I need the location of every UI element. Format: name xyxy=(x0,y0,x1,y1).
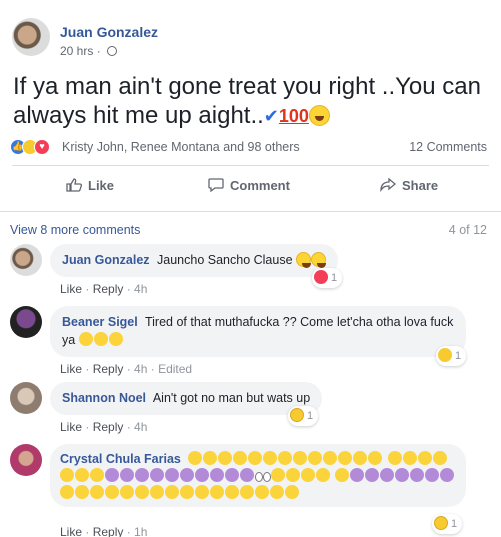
comment-count[interactable]: 12 Comments xyxy=(409,140,487,154)
comment-reaction-badge[interactable]: 1 xyxy=(288,406,319,426)
post-author-name[interactable]: Juan Gonzalez xyxy=(60,24,158,40)
globe-icon xyxy=(107,46,118,56)
laughing-tears-icon xyxy=(311,252,327,268)
commenter-name[interactable]: Beaner Sigel xyxy=(62,315,138,329)
facebook-post-card: Juan Gonzalez 20 hrs · If ya man ain't g… xyxy=(0,0,501,537)
laughing-tears-icon xyxy=(296,252,312,268)
reaction-count: 1 xyxy=(307,410,314,422)
comment-bubble: Beaner Sigel Tired of that muthafucka ??… xyxy=(50,306,466,357)
comment-footer: Like · Reply · 1h xyxy=(60,525,148,537)
commenter-avatar[interactable] xyxy=(10,244,42,276)
comment-time[interactable]: 1h xyxy=(134,525,147,537)
love-reaction-icon[interactable]: ♥ xyxy=(34,139,50,155)
reaction-names[interactable]: Kristy John, Renee Montana and 98 others xyxy=(62,140,300,154)
reaction-count: 1 xyxy=(451,518,458,530)
view-more-comments-link[interactable]: View 8 more comments xyxy=(10,223,140,237)
comment-bubble: Crystal Chula Farias xyxy=(50,444,466,507)
haha-reaction-icon xyxy=(438,348,452,362)
comment-reply-link[interactable]: Reply xyxy=(93,525,124,537)
divider xyxy=(12,165,489,166)
like-button[interactable]: Like xyxy=(66,178,114,193)
comment-footer: Like · Reply · 4h · Edited xyxy=(60,362,193,376)
post-text-body: If ya man ain't gone treat you right ..Y… xyxy=(13,73,481,129)
comment-footer: Like · Reply · 4h xyxy=(60,420,148,434)
comment-reaction-badge[interactable]: 1 xyxy=(432,514,463,534)
comment-reaction-badge[interactable]: 1 xyxy=(436,346,467,366)
comment-item: Beaner Sigel Tired of that muthafucka ??… xyxy=(10,306,490,376)
comment-item: Crystal Chula Farias 1 Like · Reply · 1h xyxy=(10,444,490,537)
post-text: If ya man ain't gone treat you right ..Y… xyxy=(13,72,493,131)
wow-reaction-icon xyxy=(290,408,304,422)
comment-like-link[interactable]: Like xyxy=(60,362,82,376)
comment-reply-link[interactable]: Reply xyxy=(93,362,124,376)
comment-edited[interactable]: Edited xyxy=(158,362,192,376)
share-button[interactable]: Share xyxy=(380,178,438,193)
reactions-summary: 👍 ♥ Kristy John, Renee Montana and 98 ot… xyxy=(10,137,491,157)
comment-text: Ain't got no man but wats up xyxy=(152,391,311,405)
like-label: Like xyxy=(88,178,115,193)
commenter-avatar[interactable] xyxy=(10,382,42,414)
thumbs-up-icon xyxy=(66,178,82,192)
comment-item: Juan Gonzalez Jauncho Sancho Clause 1 Li… xyxy=(10,244,490,304)
rolling-laughing-icon xyxy=(108,332,123,346)
commenter-avatar[interactable] xyxy=(10,444,42,476)
commenter-avatar[interactable] xyxy=(10,306,42,338)
post-actions: Like Comment Share xyxy=(12,170,489,204)
commenter-name[interactable]: Juan Gonzalez xyxy=(62,253,150,267)
commenter-name[interactable]: Shannon Noel xyxy=(62,391,146,405)
check-mark-icon: ✔ xyxy=(263,106,279,126)
comment-bubble: Juan Gonzalez Jauncho Sancho Clause xyxy=(50,244,339,277)
comment-text: Jauncho Sancho Clause xyxy=(157,253,293,267)
post-meta: 20 hrs · xyxy=(60,44,118,58)
comment-item: Shannon Noel Ain't got no man but wats u… xyxy=(10,382,490,442)
comment-like-link[interactable]: Like xyxy=(60,420,82,434)
post-time[interactable]: 20 hrs xyxy=(60,44,93,58)
comment-like-link[interactable]: Like xyxy=(60,525,82,537)
comment-footer: Like · Reply · 4h xyxy=(60,282,148,296)
author-avatar[interactable] xyxy=(12,18,50,56)
comment-like-link[interactable]: Like xyxy=(60,282,82,296)
commenter-name[interactable]: Crystal Chula Farias xyxy=(60,452,181,466)
comments-section: View 8 more comments 4 of 12 Juan Gonzal… xyxy=(0,211,501,537)
hundred-points-icon: 100 xyxy=(278,106,309,126)
comment-button[interactable]: Comment xyxy=(208,178,290,193)
laughing-tears-icon xyxy=(308,105,330,126)
comment-reply-link[interactable]: Reply xyxy=(93,420,124,434)
comment-time[interactable]: 4h xyxy=(134,420,147,434)
reaction-count: 1 xyxy=(455,350,462,362)
comment-reply-link[interactable]: Reply xyxy=(93,282,124,296)
share-label: Share xyxy=(402,178,439,193)
comment-time[interactable]: 4h xyxy=(134,282,147,296)
rolling-laughing-icon xyxy=(78,332,93,346)
love-reaction-icon xyxy=(314,270,328,284)
wow-reaction-icon xyxy=(434,516,448,530)
comments-page-count: 4 of 12 xyxy=(448,223,487,237)
rolling-laughing-icon xyxy=(93,332,108,346)
comment-reaction-badge[interactable]: 1 xyxy=(312,268,343,288)
comment-label: Comment xyxy=(230,178,290,193)
share-icon xyxy=(380,178,396,192)
reaction-count: 1 xyxy=(331,272,338,284)
comment-icon xyxy=(208,178,224,192)
meta-separator: · xyxy=(96,44,101,58)
comment-time[interactable]: 4h xyxy=(134,362,147,376)
comment-bubble: Shannon Noel Ain't got no man but wats u… xyxy=(50,382,323,415)
